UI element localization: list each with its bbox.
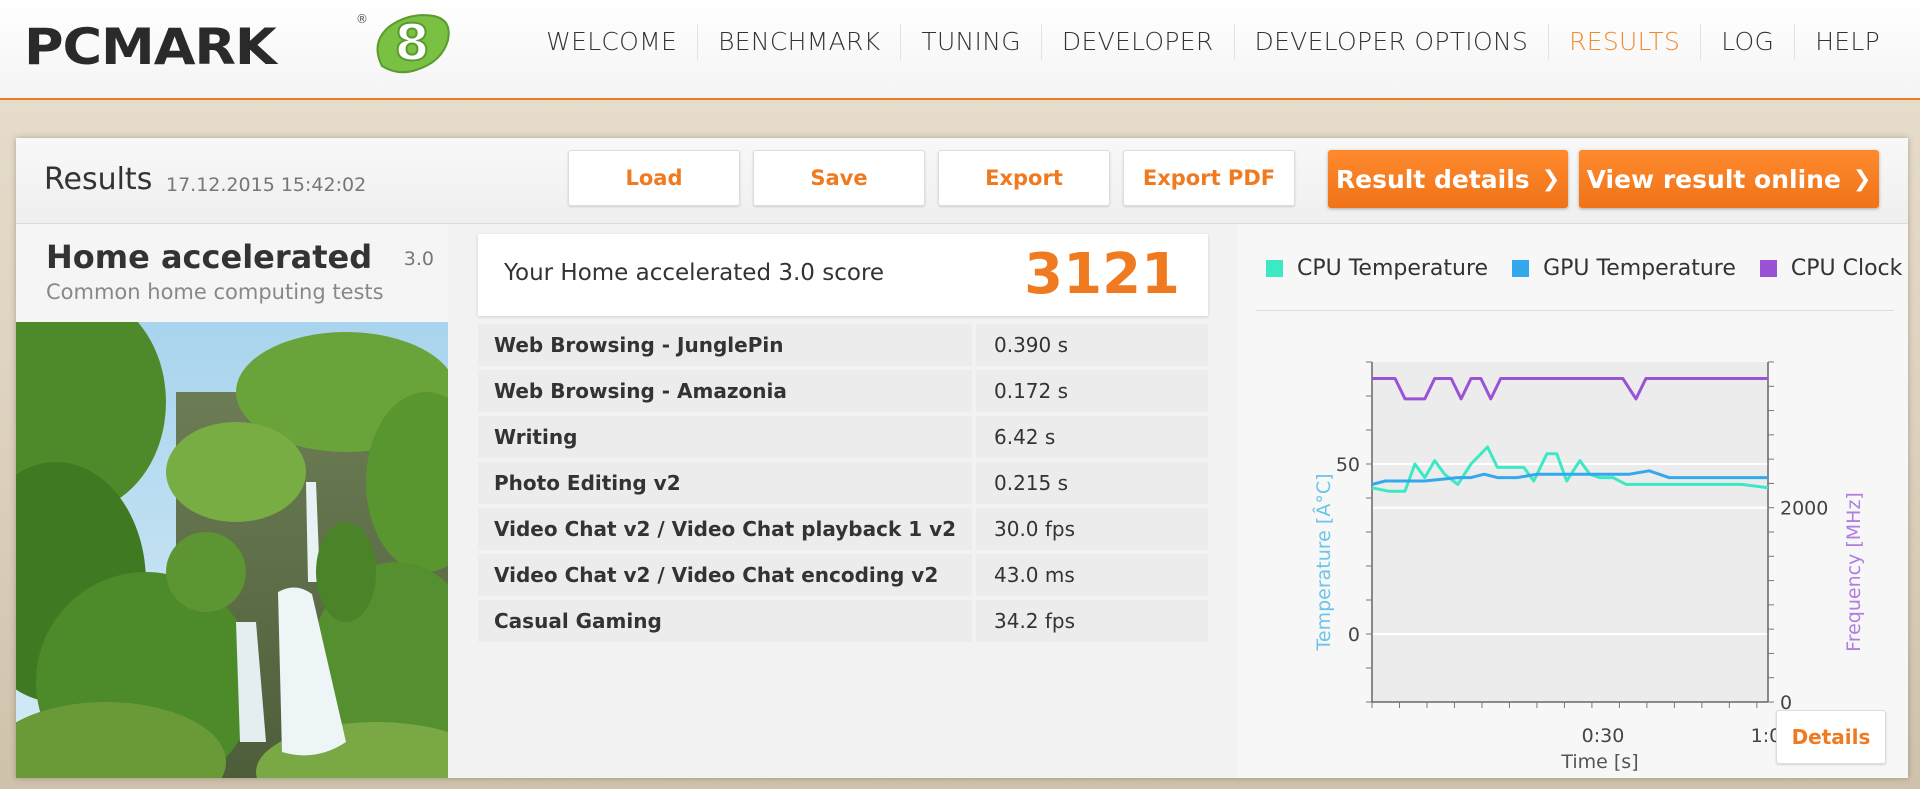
- y-tick-label-left: 0: [1348, 624, 1360, 646]
- main-nav: WELCOME BENCHMARK TUNING DEVELOPER DEVELOPER…: [526, 24, 1900, 60]
- table-row: Web Browsing - Amazonia 0.172 s: [478, 370, 1208, 412]
- result-test-value: 30.0 fps: [976, 508, 1208, 550]
- result-details-label: Result details: [1335, 164, 1530, 194]
- export-pdf-button[interactable]: Export PDF: [1123, 150, 1295, 206]
- benchmark-waterfall-image: [16, 322, 448, 778]
- y-tick-label-left: 50: [1336, 454, 1360, 476]
- table-row: Photo Editing v2 0.215 s: [478, 462, 1208, 504]
- logo-text: PCMARK: [24, 18, 277, 76]
- results-table: Web Browsing - JunglePin 0.390 s Web Brows…: [478, 324, 1208, 646]
- chevron-right-icon: ❯: [1852, 166, 1872, 192]
- save-button[interactable]: Save: [753, 150, 925, 206]
- result-test-name: Video Chat v2 / Video Chat encoding v2: [478, 554, 972, 596]
- result-test-value: 6.42 s: [976, 416, 1208, 458]
- score-label: Your Home accelerated 3.0 score: [504, 260, 885, 286]
- nav-item-log[interactable]: LOG: [1700, 24, 1794, 60]
- result-timestamp: 17.12.2015 15:42:02: [166, 174, 367, 196]
- benchmark-version: 3.0: [403, 248, 434, 270]
- result-test-value: 0.390 s: [976, 324, 1208, 366]
- result-test-name: Writing: [478, 416, 972, 458]
- nav-item-developer[interactable]: DEVELOPER: [1040, 24, 1234, 60]
- chevron-right-icon: ❯: [1541, 166, 1561, 192]
- logo-registered-mark: ®: [356, 12, 368, 26]
- result-test-name: Casual Gaming: [478, 600, 972, 642]
- legend-label: CPU Clock: [1790, 256, 1903, 281]
- nav-item-welcome[interactable]: WELCOME: [526, 24, 697, 60]
- view-result-online-button[interactable]: View result online ❯: [1579, 150, 1879, 208]
- table-row: Web Browsing - JunglePin 0.390 s: [478, 324, 1208, 366]
- export-button[interactable]: Export: [938, 150, 1110, 206]
- result-test-value: 0.215 s: [976, 462, 1208, 504]
- results-panel: Results 17.12.2015 15:42:02 Load Save Ex…: [16, 138, 1908, 778]
- table-row: Video Chat v2 / Video Chat encoding v2 43…: [478, 554, 1208, 596]
- details-button[interactable]: Details: [1776, 710, 1886, 764]
- table-row: Writing 6.42 s: [478, 416, 1208, 458]
- legend-divider: [1256, 310, 1894, 311]
- logo-version-text: 8: [395, 14, 430, 72]
- result-test-name: Video Chat v2 / Video Chat playback 1 v2: [478, 508, 972, 550]
- y-tick-label-right: 2000: [1780, 498, 1828, 520]
- nav-item-benchmark[interactable]: BENCHMARK: [697, 24, 900, 60]
- table-row: Video Chat v2 / Video Chat playback 1 v2…: [478, 508, 1208, 550]
- legend-cpu-temperature: CPU Temperature: [1266, 256, 1488, 281]
- legend-swatch-cpu-clock: [1759, 260, 1777, 277]
- benchmark-info: Home accelerated 3.0 Common home computi…: [16, 224, 448, 778]
- legend-swatch-cpu-temperature: [1266, 260, 1283, 277]
- result-test-value: 0.172 s: [976, 370, 1208, 412]
- legend-label: CPU Temperature: [1297, 256, 1489, 281]
- page-title: Results: [44, 162, 153, 197]
- nav-item-help[interactable]: HELP: [1794, 24, 1900, 60]
- benchmark-name: Home accelerated: [46, 238, 373, 276]
- logo-version-badge-icon: 8: [376, 13, 450, 74]
- nav-item-tuning[interactable]: TUNING: [900, 24, 1041, 60]
- load-button[interactable]: Load: [568, 150, 740, 206]
- nav-item-developer-options[interactable]: DEVELOPER OPTIONS: [1233, 24, 1549, 60]
- top-bar: PCMARK ® 8 WELCOME BENCHMARK TUNING DEVELOP…: [0, 0, 1920, 100]
- monitoring-section: CPU Temperature GPU Temperature CPU Cloc…: [1238, 224, 1908, 778]
- app-logo: PCMARK ® 8: [24, 10, 450, 76]
- result-test-value: 43.0 ms: [976, 554, 1208, 596]
- result-test-name: Photo Editing v2: [478, 462, 972, 504]
- result-test-name: Web Browsing - JunglePin: [478, 324, 972, 366]
- view-result-online-label: View result online: [1586, 164, 1841, 194]
- legend-label: GPU Temperature: [1543, 256, 1736, 281]
- monitoring-chart: 050020000:30 1:00Time [s]Temperature [Â°C…: [1312, 361, 1865, 773]
- legend-gpu-temperature: GPU Temperature: [1512, 256, 1736, 281]
- score-section: Your Home accelerated 3.0 score 3121 Web…: [448, 224, 1238, 778]
- x-tick-label: 0:30: [1582, 725, 1625, 747]
- results-header: Results 17.12.2015 15:42:02 Load Save Ex…: [16, 138, 1908, 224]
- plot-area: [1372, 362, 1768, 702]
- nav-item-results[interactable]: RESULTS: [1548, 24, 1700, 60]
- chart-legend: CPU Temperature GPU Temperature CPU Cloc…: [1266, 256, 1920, 281]
- result-details-button[interactable]: Result details ❯: [1328, 150, 1568, 208]
- score-value: 3121: [1024, 242, 1180, 307]
- x-axis-label: Time [s]: [1560, 751, 1638, 773]
- y-axis-label-left: Temperature [Â°C]: [1312, 474, 1335, 652]
- result-test-value: 34.2 fps: [976, 600, 1208, 642]
- table-row: Casual Gaming 34.2 fps: [478, 600, 1208, 642]
- y-axis-label-right: Frequency [MHz]: [1843, 492, 1865, 652]
- benchmark-description: Common home computing tests: [46, 280, 384, 304]
- result-test-name: Web Browsing - Amazonia: [478, 370, 972, 412]
- legend-swatch-gpu-temperature: [1512, 260, 1530, 277]
- score-box: Your Home accelerated 3.0 score 3121: [478, 234, 1208, 316]
- legend-cpu-clock: CPU Clock: [1759, 256, 1903, 281]
